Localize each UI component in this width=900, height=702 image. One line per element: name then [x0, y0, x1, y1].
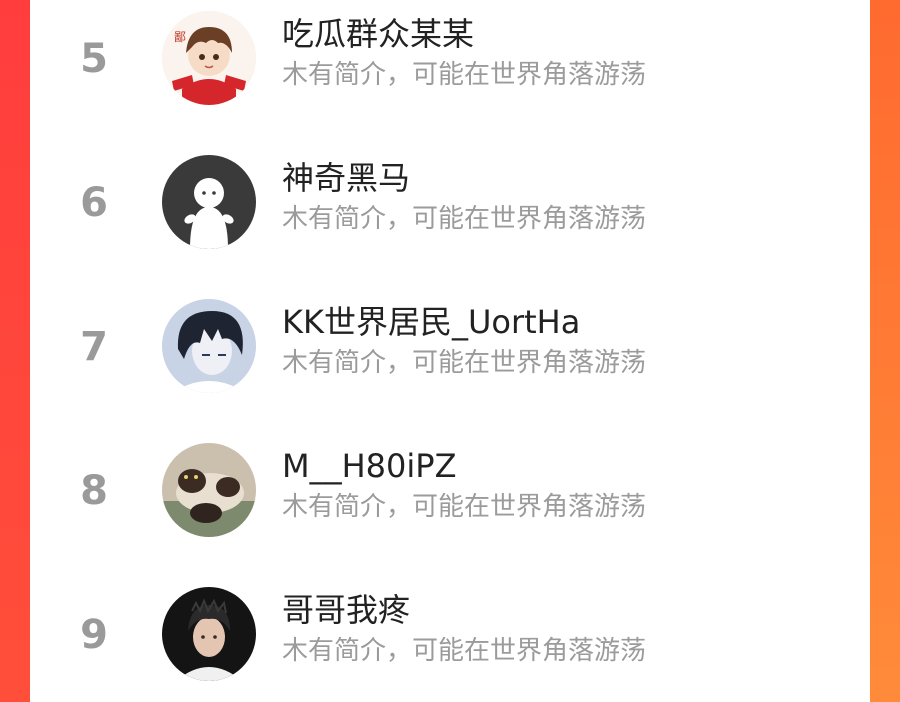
- user-bio: 木有简介，可能在世界角落游荡: [282, 204, 647, 234]
- ranking-row[interactable]: 8 M__H80iPZ 木有简介，可能在世界角落游荡: [30, 432, 870, 552]
- ranking-card: 5 鄙 吃瓜群众某某 木有简介，可能在世界角落游荡 6 神奇黑马 木有简介，可能…: [30, 0, 870, 702]
- ranking-list: 5 鄙 吃瓜群众某某 木有简介，可能在世界角落游荡 6 神奇黑马 木有简介，可能…: [30, 0, 870, 702]
- cat-photo-avatar-icon: [162, 443, 256, 537]
- rank-number: 9: [80, 612, 108, 658]
- user-name[interactable]: M__H80iPZ: [282, 448, 457, 484]
- user-name[interactable]: KK世界居民_UortHa: [282, 304, 580, 340]
- user-name[interactable]: 吃瓜群众某某: [282, 16, 474, 52]
- anime-boy-avatar-icon: 鄙: [162, 11, 256, 105]
- user-name[interactable]: 哥哥我疼: [282, 592, 410, 628]
- svg-text:鄙: 鄙: [174, 30, 186, 44]
- rank-number: 6: [80, 180, 108, 226]
- left-accent-border: [0, 0, 30, 702]
- user-bio: 木有简介，可能在世界角落游荡: [282, 348, 647, 378]
- user-avatar[interactable]: [162, 155, 256, 249]
- rank-number: 8: [80, 468, 108, 514]
- ranking-row[interactable]: 7 KK世界居民_UortHa 木有简介，可能在世界角落游荡: [30, 288, 870, 408]
- user-bio: 木有简介，可能在世界角落游荡: [282, 60, 647, 90]
- user-bio: 木有简介，可能在世界角落游荡: [282, 492, 647, 522]
- dark-hair-anime-avatar-icon: [162, 299, 256, 393]
- ranking-row[interactable]: 5 鄙 吃瓜群众某某 木有简介，可能在世界角落游荡: [30, 0, 870, 120]
- rank-number: 5: [80, 36, 108, 82]
- default-ghost-avatar-icon: [162, 155, 256, 249]
- user-name[interactable]: 神奇黑马: [282, 160, 410, 196]
- user-bio: 木有简介，可能在世界角落游荡: [282, 636, 647, 666]
- user-avatar[interactable]: [162, 443, 256, 537]
- rank-number: 7: [80, 324, 108, 370]
- right-accent-border: [870, 0, 900, 702]
- ranking-row[interactable]: 6 神奇黑马 木有简介，可能在世界角落游荡: [30, 144, 870, 264]
- user-avatar[interactable]: 鄙: [162, 11, 256, 105]
- user-avatar[interactable]: [162, 299, 256, 393]
- ranking-row[interactable]: 9 哥哥我疼 木有简介，可能在世界角落游荡: [30, 576, 870, 696]
- person-photo-avatar-icon: [162, 587, 256, 681]
- user-avatar[interactable]: [162, 587, 256, 681]
